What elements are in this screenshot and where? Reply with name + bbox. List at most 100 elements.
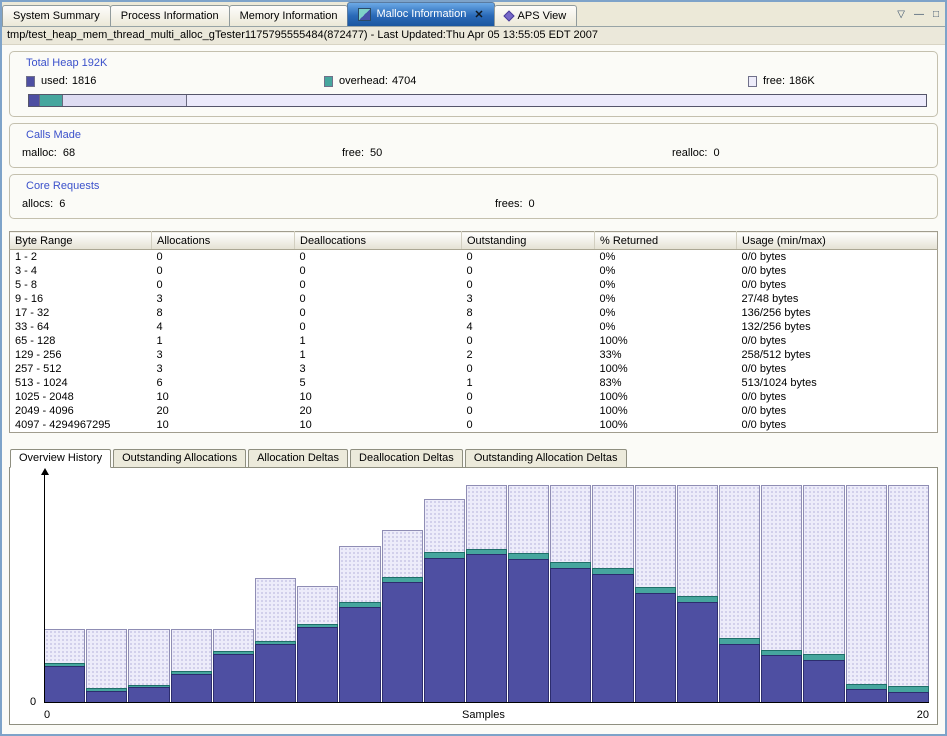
view-menu-icon[interactable]: ▽ (897, 10, 905, 20)
used-segment (635, 593, 676, 703)
call-malloc: malloc:68 (22, 147, 342, 159)
x-tick-max: 20 (917, 709, 929, 721)
cell-deallocations: 0 (295, 250, 462, 265)
heap-segment-free (187, 95, 926, 106)
history-tab-deallocation-deltas[interactable]: Deallocation Deltas (350, 449, 463, 468)
chart-bar-sample-10[interactable] (466, 485, 507, 703)
cell-allocations: 8 (152, 306, 295, 320)
cell-deallocations: 0 (295, 292, 462, 306)
chart-bar-sample-18[interactable] (803, 485, 844, 703)
cell-allocations: 0 (152, 278, 295, 292)
column-outstanding[interactable]: Outstanding (462, 232, 595, 250)
free-segment (803, 485, 844, 654)
cell-byte-range: 9 - 16 (10, 292, 152, 306)
tab-malloc-information[interactable]: Malloc Information✕ (347, 2, 494, 26)
cell-outstanding: 0 (462, 250, 595, 265)
cell-outstanding: 2 (462, 348, 595, 362)
chart-bar-sample-4[interactable] (213, 629, 254, 703)
table-row[interactable]: 2049 - 409620200100%0/0 bytes (10, 404, 938, 418)
tab-memory-information[interactable]: Memory Information (229, 5, 349, 26)
tab-system-summary[interactable]: System Summary (2, 5, 111, 26)
chart-bar-sample-17[interactable] (761, 485, 802, 703)
cell-outstanding: 0 (462, 390, 595, 404)
cell-allocations: 10 (152, 418, 295, 433)
chart-bar-sample-16[interactable] (719, 485, 760, 703)
used-segment (466, 554, 507, 703)
maximize-icon[interactable]: □ (933, 10, 939, 20)
table-row[interactable]: 4097 - 429496729510100100%0/0 bytes (10, 418, 938, 433)
calls-made-row: malloc:68free:50realloc:0 (16, 147, 931, 159)
cell-usage-min-max: 132/256 bytes (737, 320, 938, 334)
free-segment (255, 578, 296, 640)
tab-aps-view[interactable]: APS View (494, 5, 578, 26)
cell-returned: 100% (595, 362, 737, 376)
table-row[interactable]: 1025 - 204810100100%0/0 bytes (10, 390, 938, 404)
table-row[interactable]: 257 - 512330100%0/0 bytes (10, 362, 938, 376)
core-requests-title: Core Requests (26, 180, 931, 192)
chart-bar-sample-13[interactable] (592, 485, 633, 703)
chart-bar-sample-0[interactable] (44, 629, 85, 703)
overview-history-chart: 0 0 Samples 20 (9, 467, 938, 725)
cell-returned: 0% (595, 320, 737, 334)
table-row[interactable]: 513 - 102465183%513/1024 bytes (10, 376, 938, 390)
chart-bar-sample-9[interactable] (424, 499, 465, 703)
legend-label: overhead: (339, 75, 388, 87)
cell-deallocations: 1 (295, 334, 462, 348)
chart-bar-sample-2[interactable] (128, 629, 169, 703)
cell-byte-range: 5 - 8 (10, 278, 152, 292)
column-returned[interactable]: % Returned (595, 232, 737, 250)
cell-allocations: 3 (152, 348, 295, 362)
cell-returned: 33% (595, 348, 737, 362)
history-tab-allocation-deltas[interactable]: Allocation Deltas (248, 449, 348, 468)
table-row[interactable]: 129 - 25631233%258/512 bytes (10, 348, 938, 362)
table-row[interactable]: 3 - 40000%0/0 bytes (10, 264, 938, 278)
allocation-table-head: Byte RangeAllocationsDeallocationsOutsta… (10, 232, 938, 250)
cell-usage-min-max: 0/0 bytes (737, 390, 938, 404)
history-tab-outstanding-allocations[interactable]: Outstanding Allocations (113, 449, 246, 468)
cell-outstanding: 0 (462, 264, 595, 278)
free-segment (550, 485, 591, 562)
table-row[interactable]: 65 - 128110100%0/0 bytes (10, 334, 938, 348)
used-segment (128, 687, 169, 703)
close-icon[interactable]: ✕ (474, 8, 483, 21)
table-row[interactable]: 33 - 644040%132/256 bytes (10, 320, 938, 334)
column-deallocations[interactable]: Deallocations (295, 232, 462, 250)
chart-bar-sample-19[interactable] (846, 485, 887, 703)
chart-bar-sample-5[interactable] (255, 578, 296, 703)
table-row[interactable]: 17 - 328080%136/256 bytes (10, 306, 938, 320)
minimize-icon[interactable]: — (914, 10, 924, 20)
chart-bar-sample-1[interactable] (86, 629, 127, 703)
table-row[interactable]: 5 - 80000%0/0 bytes (10, 278, 938, 292)
column-usage-min-max[interactable]: Usage (min/max) (737, 232, 938, 250)
cell-usage-min-max: 513/1024 bytes (737, 376, 938, 390)
chart-bar-sample-7[interactable] (339, 546, 380, 703)
chart-bar-sample-15[interactable] (677, 485, 718, 703)
chart-bar-sample-6[interactable] (297, 586, 338, 703)
cell-outstanding: 0 (462, 404, 595, 418)
call-realloc-label: realloc: (672, 147, 707, 159)
chart-bar-sample-14[interactable] (635, 485, 676, 703)
history-tab-overview-history[interactable]: Overview History (10, 449, 111, 468)
chart-bar-sample-12[interactable] (550, 485, 591, 703)
free-segment (761, 485, 802, 650)
used-segment (382, 582, 423, 704)
table-row[interactable]: 9 - 163030%27/48 bytes (10, 292, 938, 306)
cell-deallocations: 3 (295, 362, 462, 376)
tab-process-information[interactable]: Process Information (110, 5, 230, 26)
view-content: Total Heap 192K used:1816overhead:4704fr… (2, 45, 945, 734)
chart-bar-sample-20[interactable] (888, 485, 929, 703)
chart-bar-sample-11[interactable] (508, 485, 549, 703)
chart-bar-sample-8[interactable] (382, 530, 423, 703)
history-tab-outstanding-allocation-deltas[interactable]: Outstanding Allocation Deltas (465, 449, 627, 468)
cell-usage-min-max: 0/0 bytes (737, 418, 938, 433)
column-byte-range[interactable]: Byte Range (10, 232, 152, 250)
cell-usage-min-max: 136/256 bytes (737, 306, 938, 320)
free-segment (635, 485, 676, 587)
used-segment (339, 607, 380, 704)
free-segment (508, 485, 549, 553)
cell-byte-range: 4097 - 4294967295 (10, 418, 152, 433)
table-row[interactable]: 1 - 20000%0/0 bytes (10, 250, 938, 265)
legend-value: 1816 (72, 75, 96, 87)
column-allocations[interactable]: Allocations (152, 232, 295, 250)
chart-bar-sample-3[interactable] (171, 629, 212, 703)
